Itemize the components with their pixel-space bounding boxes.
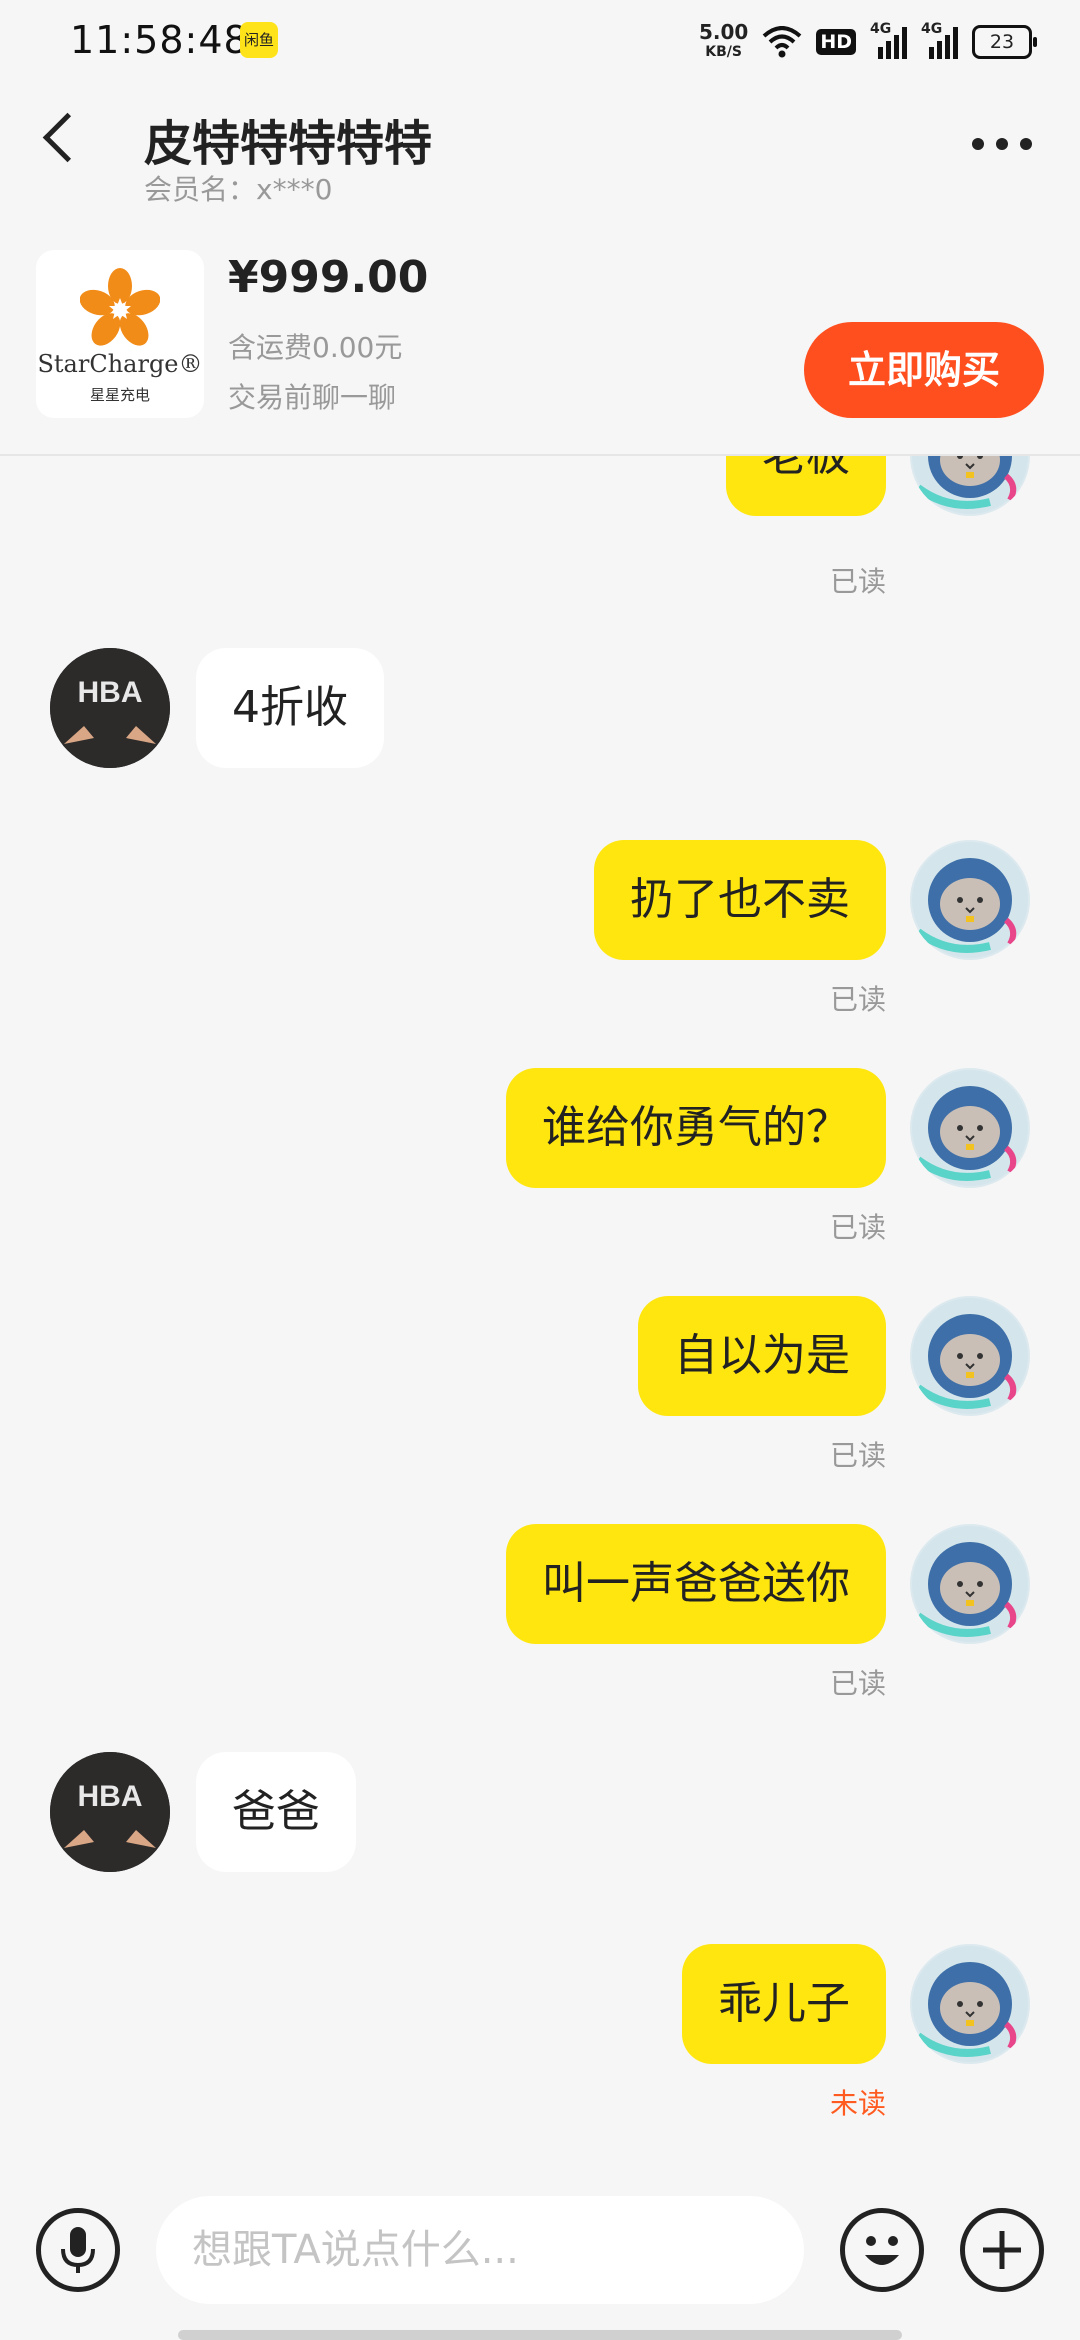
my-avatar[interactable] [910, 840, 1030, 960]
message-bubble-sent[interactable]: 乖儿子 [682, 1944, 886, 2064]
signal-icon-2: 4G [921, 21, 958, 59]
my-avatar[interactable] [910, 1944, 1030, 2064]
network-type-1: 4G [870, 21, 892, 37]
more-options-icon[interactable] [972, 138, 1032, 150]
cat-astronaut-avatar-icon [912, 1526, 1028, 1642]
product-price: ¥999.00 [228, 252, 429, 303]
message-bubble-sent[interactable]: 叫一声爸爸送你 [506, 1524, 886, 1644]
my-avatar[interactable] [910, 1068, 1030, 1188]
my-avatar[interactable] [910, 1296, 1030, 1416]
read-status: 已读 [829, 1211, 886, 1244]
shipping-info: 含运费0.00元 [228, 331, 403, 364]
brand-name-en: StarCharge® [37, 350, 203, 378]
xianyu-app-icon: 闲鱼 [240, 22, 278, 58]
message-input[interactable]: 想跟TA说点什么... [156, 2196, 804, 2304]
message-bubble-sent[interactable]: 自以为是 [638, 1296, 886, 1416]
add-more-icon[interactable] [960, 2208, 1044, 2292]
hd-icon: HD [816, 29, 856, 55]
message-list[interactable]: 老板 已读 HBA 4折收 扔了也不卖 [0, 456, 1080, 2180]
emoji-icon[interactable] [840, 2208, 924, 2292]
cat-astronaut-avatar-icon [912, 1298, 1028, 1414]
voice-input-icon[interactable] [36, 2208, 120, 2292]
message-bubble-sent[interactable]: 谁给你勇气的？ [506, 1068, 886, 1188]
hba-avatar-icon: HBA [50, 648, 170, 768]
network-type-2: 4G [921, 21, 943, 37]
message-bubble-received[interactable]: 4折收 [196, 648, 384, 768]
message-bubble-received[interactable]: 爸爸 [196, 1752, 356, 1872]
read-status: 已读 [829, 1667, 886, 1700]
unread-status: 未读 [829, 2087, 886, 2120]
chat-title: 皮特特特特特 [144, 116, 433, 172]
battery-icon: 23 [972, 25, 1037, 59]
hba-avatar-text: HBA [78, 1780, 143, 1813]
network-speed-unit: KB/S [705, 44, 742, 60]
other-user-avatar[interactable]: HBA [50, 1752, 170, 1872]
star-charge-logo-icon [80, 268, 160, 346]
member-name: 会员名：x***0 [144, 173, 333, 206]
signal-icon-1: 4G [870, 21, 907, 59]
read-status: 已读 [829, 1439, 886, 1472]
cat-astronaut-avatar-icon [912, 842, 1028, 958]
status-indicators: 5.00 KB/S HD 4G 4G 23 [699, 20, 1037, 64]
cat-astronaut-avatar-icon [912, 456, 1028, 514]
chat-hint: 交易前聊一聊 [228, 381, 397, 414]
network-speed: 5.00 KB/S [699, 22, 748, 62]
buy-now-button[interactable]: 立即购买 [804, 322, 1044, 418]
network-speed-value: 5.00 [698, 20, 749, 44]
my-avatar[interactable] [910, 456, 1030, 516]
message-bubble-sent[interactable]: 扔了也不卖 [594, 840, 886, 960]
read-status: 已读 [829, 983, 886, 1016]
cat-astronaut-avatar-icon [912, 1070, 1028, 1186]
cat-astronaut-avatar-icon [912, 1946, 1028, 2062]
brand-name-cn: 星星充电 [89, 386, 150, 404]
product-card[interactable]: StarCharge® 星星充电 ¥999.00 含运费0.00元 交易前聊一聊… [0, 240, 1080, 456]
input-bar: 想跟TA说点什么... [0, 2180, 1080, 2340]
status-bar: 11:58:48 闲鱼 5.00 KB/S HD 4G 4G 23 [0, 0, 1080, 80]
home-indicator[interactable] [178, 2330, 902, 2340]
message-bubble-sent[interactable]: 老板 [726, 456, 886, 516]
other-user-avatar[interactable]: HBA [50, 648, 170, 768]
wifi-icon [762, 26, 802, 58]
hba-avatar-icon: HBA [50, 1752, 170, 1872]
product-image[interactable]: StarCharge® 星星充电 [36, 250, 204, 418]
hba-avatar-text: HBA [78, 676, 143, 709]
read-status: 已读 [829, 565, 886, 598]
my-avatar[interactable] [910, 1524, 1030, 1644]
clock: 11:58:48 [70, 18, 249, 62]
